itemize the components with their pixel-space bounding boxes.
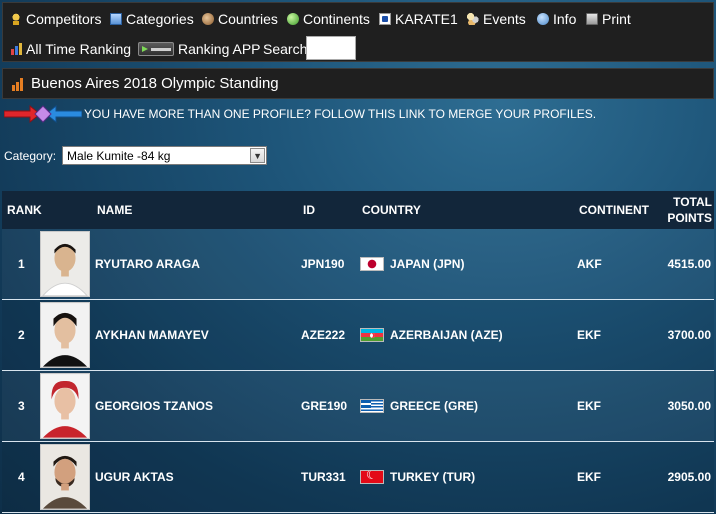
table-row[interactable]: 1 RYUTARO ARAGA JPN190 JAPAN (JPN) AKF 4… xyxy=(2,229,714,300)
competitor-name[interactable]: UGUR AKTAS xyxy=(95,442,174,512)
nav-categories[interactable]: Categories xyxy=(110,9,194,29)
nav-countries[interactable]: Countries xyxy=(202,9,278,29)
merge-profiles-link[interactable]: YOU HAVE MORE THAN ONE PROFILE? FOLLOW T… xyxy=(84,107,596,121)
events-icon xyxy=(467,13,479,25)
ranking-chart-icon xyxy=(10,43,22,55)
competitor-photo[interactable] xyxy=(40,373,90,439)
country-cell: JAPAN (JPN) xyxy=(360,229,464,299)
points-cell: 3050.00 xyxy=(667,399,711,413)
nav-events-label: Events xyxy=(483,11,526,27)
rank-cell: 2 xyxy=(18,328,25,342)
merge-arrows-icon[interactable] xyxy=(4,103,82,125)
nav-ranking-app-label: Ranking APP xyxy=(178,41,261,57)
merge-profiles-row: YOU HAVE MORE THAN ONE PROFILE? FOLLOW T… xyxy=(4,103,596,125)
competitor-name[interactable]: GEORGIOS TZANOS xyxy=(95,371,213,441)
country-cell: AZERBAIJAN (AZE) xyxy=(360,300,503,370)
competitor-icon xyxy=(10,13,22,25)
continent-cell: EKF xyxy=(577,328,601,342)
nav-all-time-ranking-label: All Time Ranking xyxy=(26,41,132,57)
points-cell: 3700.00 xyxy=(667,328,711,342)
header-rank: RANK xyxy=(7,203,42,217)
header-total-line1: TOTAL xyxy=(673,195,712,209)
search-input[interactable] xyxy=(306,36,356,60)
category-label: Category: xyxy=(4,148,57,163)
azerbaijan-flag-icon xyxy=(360,328,384,342)
table-row[interactable]: 3 GEORGIOS TZANOS GRE190 GREECE (GRE) EK… xyxy=(2,371,714,442)
points-cell: 4515.00 xyxy=(667,257,711,271)
header-continent: CONTINENT xyxy=(579,203,649,217)
category-filter: Category: Male Kumite -84 kg ▼ xyxy=(4,146,268,165)
country-name[interactable]: GREECE (GRE) xyxy=(390,399,478,413)
competitor-name[interactable]: AYKHAN MAMAYEV xyxy=(95,300,209,370)
nav-karate1[interactable]: KARATE1 xyxy=(379,9,458,29)
nav-continents[interactable]: Continents xyxy=(287,9,370,29)
table-body: 1 RYUTARO ARAGA JPN190 JAPAN (JPN) AKF 4… xyxy=(2,229,714,513)
nav-info[interactable]: Info xyxy=(537,9,576,29)
table-row[interactable]: 4 UGUR AKTAS TUR331 TURKEY (TUR) EKF 290… xyxy=(2,442,714,513)
greece-flag-icon xyxy=(360,399,384,413)
nav-print[interactable]: Print xyxy=(586,9,631,29)
nav-print-label: Print xyxy=(602,11,631,27)
country-cell: TURKEY (TUR) xyxy=(360,442,475,512)
nav-categories-label: Categories xyxy=(126,11,194,27)
nav-info-label: Info xyxy=(553,11,577,27)
bar-chart-icon xyxy=(11,76,25,91)
nav-continents-label: Continents xyxy=(303,11,370,27)
top-navigation-bar: Competitors Categories Countries Contine… xyxy=(2,2,714,62)
info-icon xyxy=(537,13,549,25)
karate1-icon xyxy=(379,13,391,25)
countries-icon xyxy=(202,13,214,25)
competitor-photo[interactable] xyxy=(40,231,90,297)
competitor-id: GRE190 xyxy=(301,399,348,413)
nav-countries-label: Countries xyxy=(218,11,278,27)
rank-cell: 3 xyxy=(18,399,25,413)
globe-icon xyxy=(287,13,299,25)
google-play-icon xyxy=(138,42,174,56)
competitor-name[interactable]: RYUTARO ARAGA xyxy=(95,229,200,299)
printer-icon xyxy=(586,13,598,25)
categories-icon xyxy=(110,13,122,25)
rank-cell: 4 xyxy=(18,470,25,484)
search-label: Search: xyxy=(263,41,312,57)
continent-cell: EKF xyxy=(577,470,601,484)
country-cell: GREECE (GRE) xyxy=(360,371,478,441)
category-select[interactable]: Male Kumite -84 kg ▼ xyxy=(62,146,268,165)
table-row[interactable]: 2 AYKHAN MAMAYEV AZE222 AZERBAIJAN (AZE)… xyxy=(2,300,714,371)
country-name[interactable]: AZERBAIJAN (AZE) xyxy=(390,328,503,342)
category-selected-value: Male Kumite -84 kg xyxy=(67,148,171,163)
header-total-points: TOTAL POINTS xyxy=(667,191,712,229)
page-title-bar: Buenos Aires 2018 Olympic Standing xyxy=(2,68,714,99)
chevron-down-icon[interactable]: ▼ xyxy=(250,148,266,163)
rank-cell: 1 xyxy=(18,257,25,271)
header-id: ID xyxy=(303,203,315,217)
page-title: Buenos Aires 2018 Olympic Standing xyxy=(31,75,279,92)
continent-cell: EKF xyxy=(577,399,601,413)
country-name[interactable]: JAPAN (JPN) xyxy=(390,257,464,271)
country-name[interactable]: TURKEY (TUR) xyxy=(390,470,475,484)
header-name: NAME xyxy=(97,203,133,217)
nav-karate1-label: KARATE1 xyxy=(395,11,458,27)
nav-events[interactable]: Events xyxy=(467,9,526,29)
ranking-table: RANK NAME ID COUNTRY CONTINENT TOTAL POI… xyxy=(2,191,714,513)
nav-competitors[interactable]: Competitors xyxy=(10,9,101,29)
continent-cell: AKF xyxy=(577,257,602,271)
nav-ranking-app[interactable]: Ranking APP xyxy=(138,39,261,59)
competitor-id: JPN190 xyxy=(301,257,345,271)
competitor-photo[interactable] xyxy=(40,444,90,510)
points-cell: 2905.00 xyxy=(667,470,711,484)
turkey-flag-icon xyxy=(360,470,384,484)
nav-competitors-label: Competitors xyxy=(26,11,102,27)
table-header: RANK NAME ID COUNTRY CONTINENT TOTAL POI… xyxy=(2,191,714,229)
japan-flag-icon xyxy=(360,257,384,271)
header-total-line2: POINTS xyxy=(667,211,712,225)
competitor-photo[interactable] xyxy=(40,302,90,368)
competitor-id: TUR331 xyxy=(301,470,346,484)
header-country: COUNTRY xyxy=(362,203,421,217)
nav-all-time-ranking[interactable]: All Time Ranking xyxy=(10,39,131,59)
competitor-id: AZE222 xyxy=(301,328,346,342)
